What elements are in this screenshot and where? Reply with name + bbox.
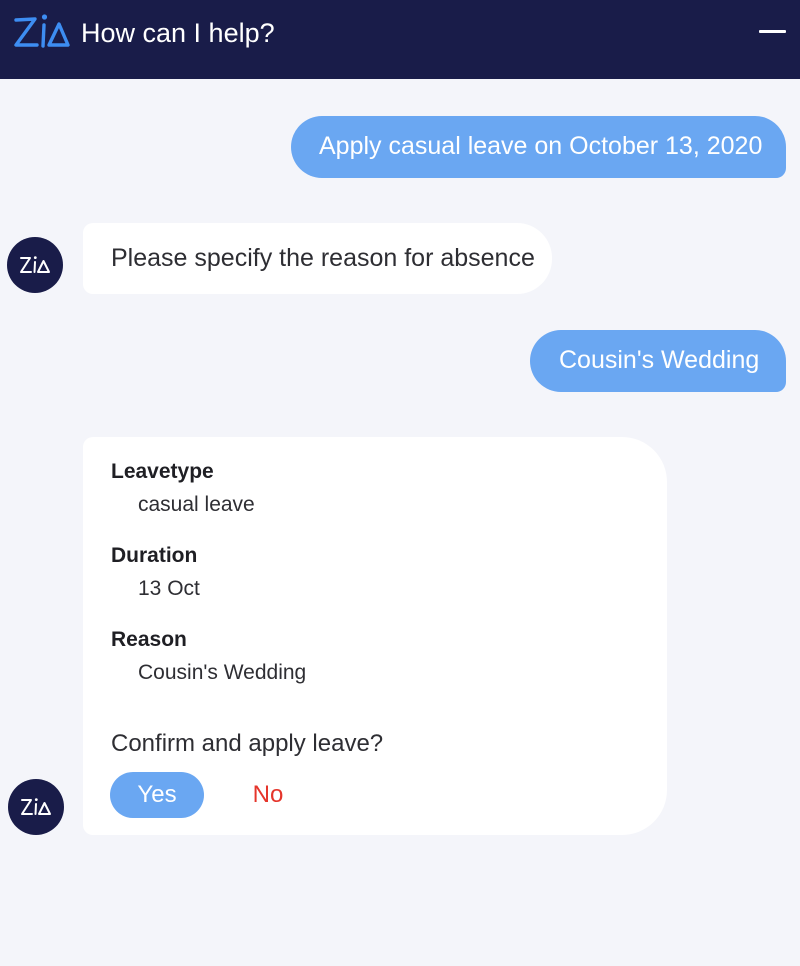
minimize-button[interactable] [752, 18, 792, 48]
header-title: How can I help? [81, 18, 275, 48]
leavetype-label: Leavetype [111, 460, 214, 483]
minimize-icon [759, 30, 786, 33]
user-message: Apply casual leave on October 13, 2020 [291, 116, 786, 178]
yes-button[interactable]: Yes [110, 772, 204, 818]
leavetype-value: casual leave [138, 493, 255, 516]
chat-header: How can I help? [0, 0, 800, 79]
confirm-prompt: Confirm and apply leave? [111, 730, 384, 757]
bot-avatar [7, 237, 63, 293]
zia-logo-icon [14, 14, 70, 48]
reason-value: Cousin's Wedding [138, 661, 307, 684]
no-button[interactable]: No [235, 772, 301, 818]
bot-message: Please specify the reason for absence [83, 223, 552, 294]
zia-avatar-icon [20, 256, 50, 273]
leave-confirmation-card: Leavetype casual leave Duration 13 Oct R… [83, 437, 667, 835]
duration-label: Duration [111, 544, 198, 567]
user-message: Cousin's Wedding [530, 330, 786, 392]
duration-value: 13 Oct [138, 577, 200, 600]
zia-avatar-icon [21, 798, 51, 815]
reason-label: Reason [111, 628, 187, 651]
bot-avatar [8, 779, 64, 835]
